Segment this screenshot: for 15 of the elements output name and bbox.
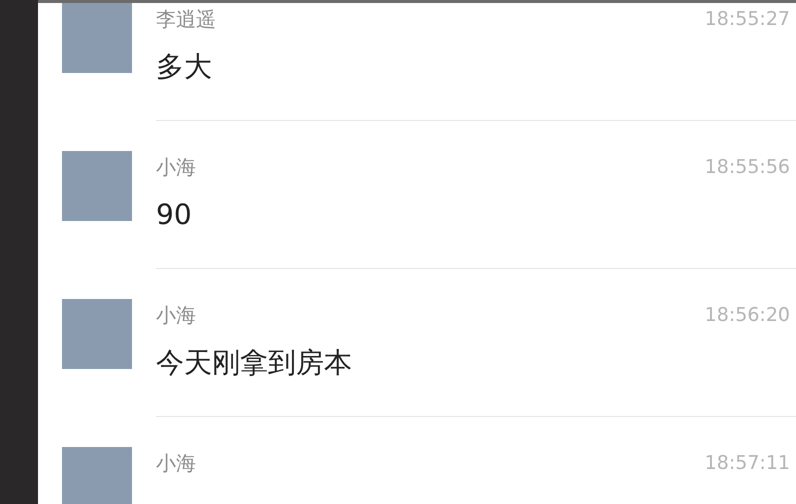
- sender-name: 李逍遥: [156, 6, 216, 33]
- message-time: 18:57:11: [704, 451, 790, 476]
- avatar-photo-placeholder: [62, 447, 132, 504]
- avatar-photo-placeholder: [62, 299, 132, 369]
- message-text: 90: [156, 197, 192, 233]
- sender-name: 小海: [156, 302, 196, 329]
- avatar-photo-placeholder: [62, 151, 132, 221]
- message-time: 18:55:56: [704, 155, 790, 180]
- message-text: 今天刚拿到房本: [156, 345, 352, 381]
- avatar-photo-placeholder: [62, 3, 132, 73]
- sender-name: 小海: [156, 450, 196, 477]
- message-time: 18:56:20: [704, 303, 790, 328]
- message-text: 多大: [156, 49, 212, 85]
- sender-name: 小海: [156, 154, 196, 181]
- message-time: 18:55:27: [704, 7, 790, 32]
